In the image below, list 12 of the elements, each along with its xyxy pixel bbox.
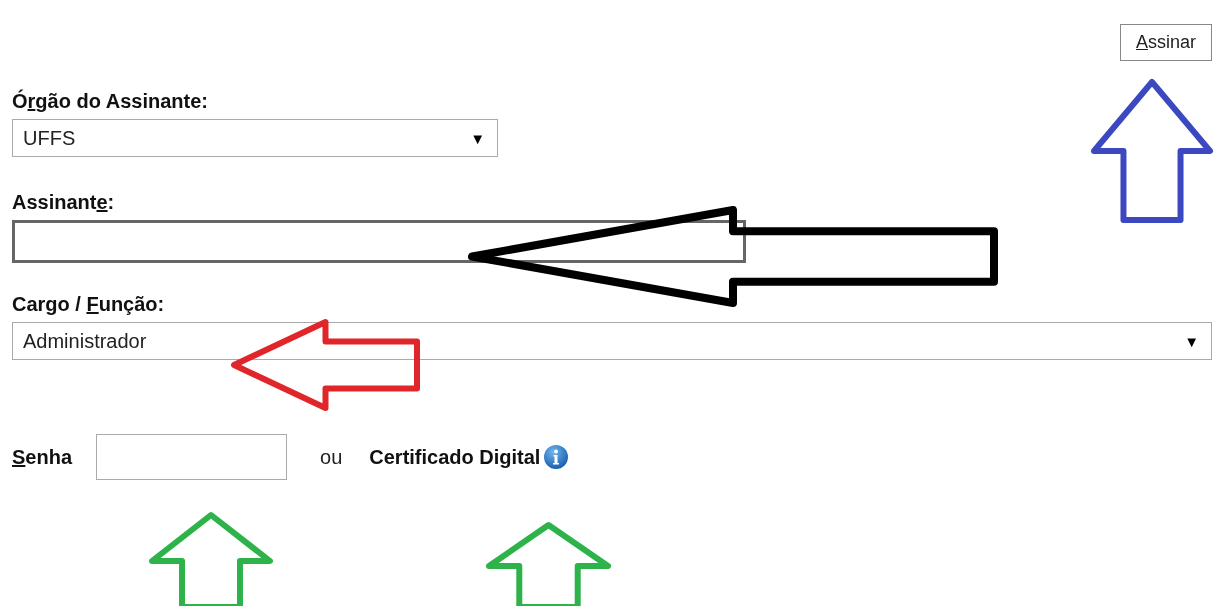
organ-select[interactable]: UFFS ▼ (12, 119, 498, 157)
organ-label: Órgão do Assinante: (12, 90, 209, 113)
password-input[interactable] (96, 434, 288, 480)
certificate-label: Certificado Digital (369, 445, 541, 469)
role-select[interactable]: Administrador ▼ (12, 322, 1212, 360)
signer-label: Assinante: (12, 191, 116, 214)
or-text: ou (320, 445, 343, 469)
signer-input[interactable] (12, 220, 746, 263)
info-icon[interactable] (544, 445, 569, 469)
role-label: Cargo / Função: (12, 293, 166, 316)
sign-button[interactable]: Assinar (1119, 24, 1212, 61)
password-label: Senha (12, 445, 73, 469)
